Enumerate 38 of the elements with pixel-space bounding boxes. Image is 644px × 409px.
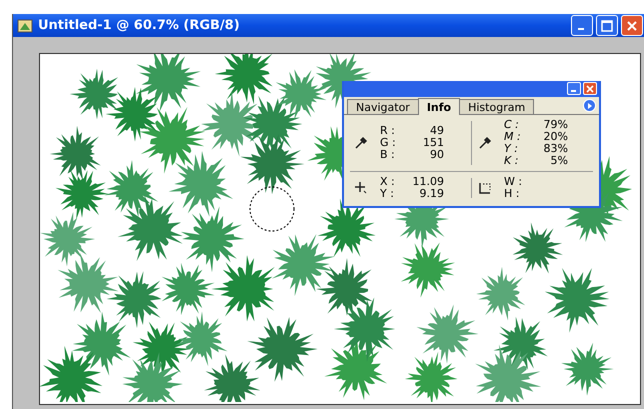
channel-label: H : [504, 188, 520, 200]
minimize-icon [578, 28, 584, 30]
maximize-button[interactable] [596, 15, 618, 36]
close-button[interactable] [621, 15, 643, 36]
panel-tab[interactable]: Histogram [459, 99, 534, 114]
window-title: Untitled-1 @ 60.7% (RGB/8) [38, 18, 241, 33]
channel-label: Y : [380, 188, 395, 200]
panel-menu-button[interactable] [583, 99, 596, 112]
document-icon [17, 18, 33, 34]
channel-label: Y : [504, 143, 519, 155]
close-icon [586, 84, 594, 92]
crosshair-icon [354, 181, 368, 195]
channel-value: 90 [429, 149, 444, 161]
panel-tab[interactable]: Navigator [347, 99, 419, 114]
close-icon [627, 20, 637, 30]
channel-value: 151 [422, 137, 444, 149]
channel-value: 5% [550, 155, 568, 167]
channel-value: 79% [542, 119, 568, 131]
minimize-button[interactable] [567, 82, 581, 95]
minimize-button[interactable] [571, 15, 593, 36]
channel-label: B : [380, 149, 396, 161]
channel-value: 49 [429, 125, 444, 137]
channel-label: W : [504, 176, 524, 188]
panel-tab[interactable]: Info [418, 98, 460, 115]
channel-label: M : [504, 131, 522, 143]
channel-value: 9.19 [418, 188, 444, 200]
channel-label: X : [380, 176, 396, 188]
channel-label: G : [380, 137, 397, 149]
channel-value: 11.09 [412, 176, 444, 188]
channel-label: R : [380, 125, 396, 137]
play-icon [586, 102, 594, 110]
maximize-icon [601, 20, 613, 32]
close-button[interactable] [583, 82, 597, 95]
channel-label: C : [504, 119, 520, 131]
selection-size-icon [478, 181, 492, 195]
channel-label: K : [504, 155, 520, 167]
channel-value: 83% [542, 143, 568, 155]
channel-value: 20% [542, 131, 568, 143]
